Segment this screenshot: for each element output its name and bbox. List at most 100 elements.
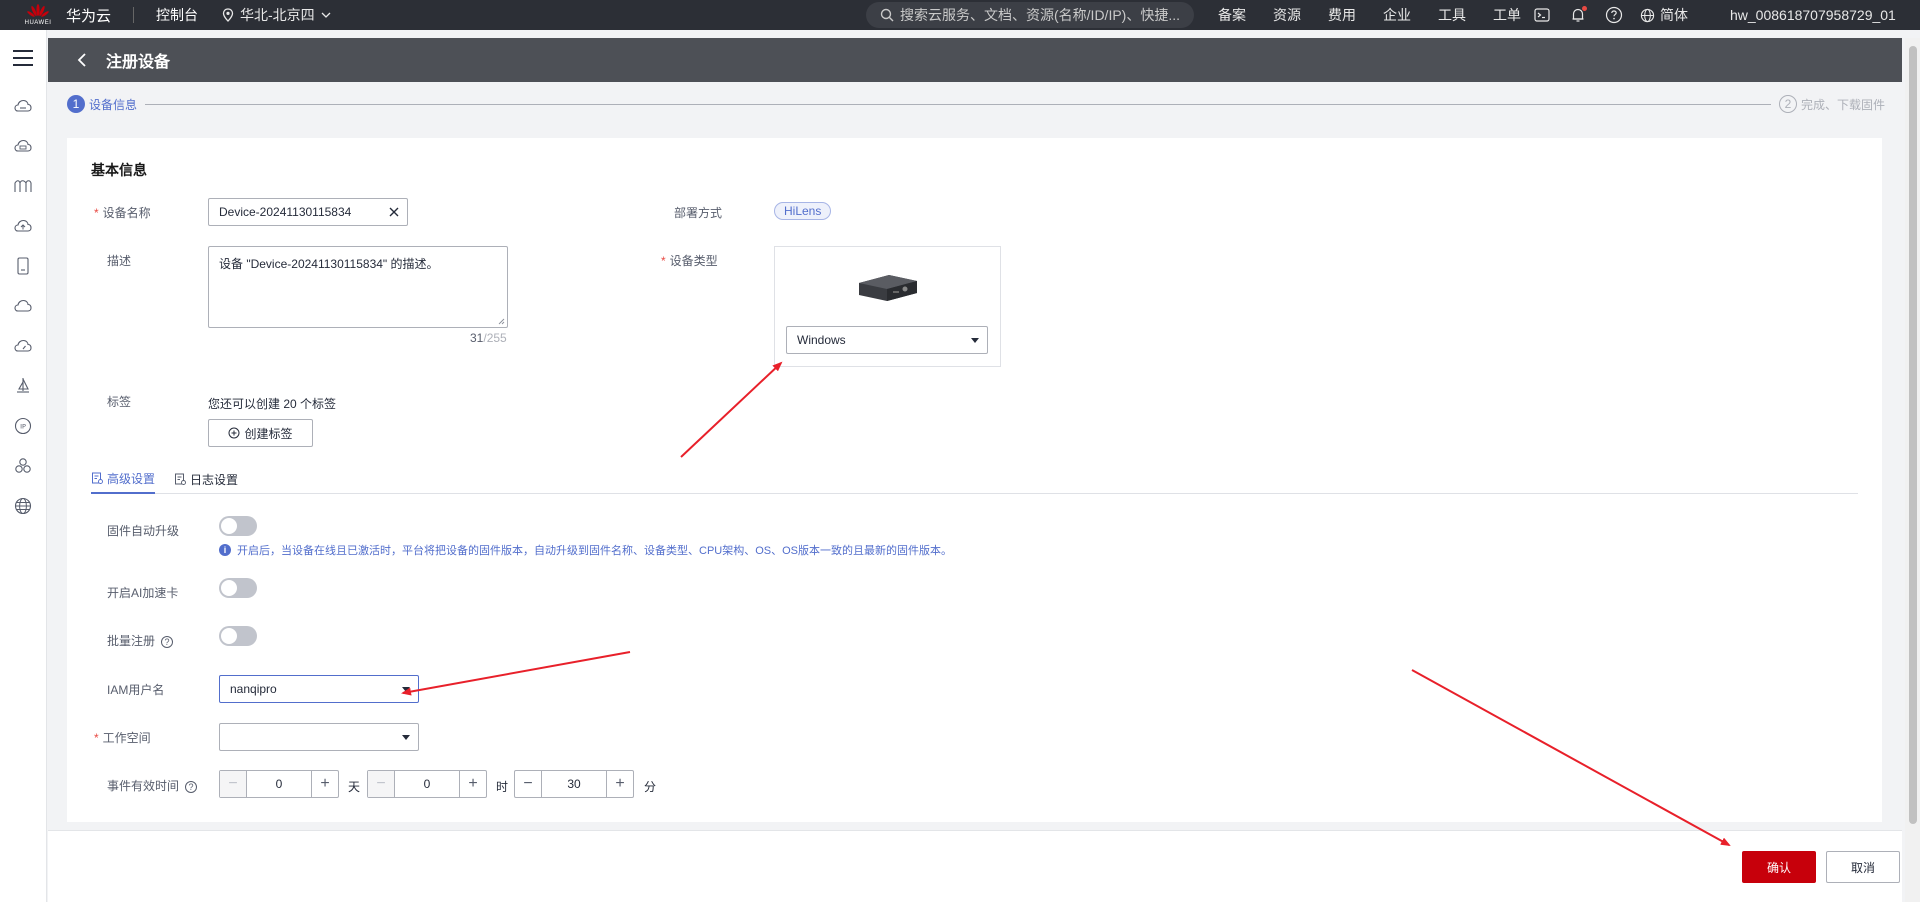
divider <box>133 7 135 23</box>
console-link[interactable]: 控制台 <box>156 5 198 25</box>
minus-icon[interactable]: − <box>515 771 541 797</box>
dropdown-arrow-icon <box>402 687 410 692</box>
top-icon-group <box>1532 0 1624 30</box>
ai-accelerator-switch[interactable] <box>219 578 257 598</box>
iam-username-select[interactable]: nanqipro <box>219 675 419 703</box>
step-number: 1 <box>67 95 85 113</box>
tab-label: 日志设置 <box>190 472 239 487</box>
device-type-value: Windows <box>797 333 846 347</box>
cloud-upload-icon[interactable] <box>13 216 33 236</box>
device-type-card[interactable]: Windows <box>774 246 1001 367</box>
device-name-value: Device-20241130115834 <box>219 205 352 219</box>
days-unit: 天 <box>348 780 361 794</box>
clear-icon[interactable] <box>387 205 401 219</box>
language-selector[interactable]: 简体 <box>1640 0 1688 30</box>
plus-icon[interactable]: + <box>312 771 338 797</box>
resize-handle-icon[interactable] <box>497 317 505 325</box>
cloud-icon[interactable] <box>13 296 33 316</box>
dropdown-arrow-icon <box>971 338 979 343</box>
top-link-billing[interactable]: 费用 <box>1328 5 1356 25</box>
cloud-storage-icon[interactable] <box>13 136 33 156</box>
tab-advanced-settings[interactable]: 高级设置 <box>91 464 155 494</box>
language-label: 简体 <box>1660 7 1688 23</box>
page-scrollbar[interactable] <box>1905 38 1920 902</box>
step-connector <box>145 103 1771 105</box>
cluster-icon[interactable] <box>13 456 33 476</box>
region-selector[interactable]: 华北-北京四 <box>222 5 331 25</box>
batch-register-switch[interactable] <box>219 626 257 646</box>
user-account-menu[interactable]: hw_008618707958729_01 <box>1730 0 1896 30</box>
top-link-tickets[interactable]: 工单 <box>1493 5 1521 25</box>
back-arrow-icon[interactable] <box>74 52 90 68</box>
top-link-tools[interactable]: 工具 <box>1438 5 1466 25</box>
top-link-beian[interactable]: 备案 <box>1218 5 1246 25</box>
ip-address-icon[interactable]: IP <box>13 416 33 436</box>
top-link-resources[interactable]: 资源 <box>1273 5 1301 25</box>
brand-name[interactable]: 华为云 <box>66 5 111 26</box>
cloud-server-icon[interactable] <box>13 96 33 116</box>
help-icon: ? <box>161 635 174 648</box>
location-pin-icon <box>222 8 234 22</box>
device-type-select[interactable]: Windows <box>786 326 988 354</box>
progress-steps: 1 设备信息 2 完成、下载固件 <box>67 94 1885 114</box>
tab-label: 高级设置 <box>107 471 156 486</box>
help-icon: ? <box>185 780 198 793</box>
huawei-logo[interactable]: HUAWEI <box>18 0 58 30</box>
top-link-enterprise[interactable]: 企业 <box>1383 5 1411 25</box>
step-label: 设备信息 <box>89 97 138 112</box>
sail-icon[interactable] <box>13 376 33 396</box>
device-name-input[interactable]: Device-20241130115834 <box>208 198 408 226</box>
tab-log-settings[interactable]: 日志设置 <box>174 464 238 494</box>
workspace-select[interactable] <box>219 723 419 751</box>
menu-icon[interactable] <box>13 50 33 71</box>
globe-icon <box>1640 8 1655 22</box>
confirm-button[interactable]: 确认 <box>1742 851 1816 883</box>
create-tag-label: 创建标签 <box>244 426 293 441</box>
service-sidebar: IP <box>0 30 47 902</box>
create-tag-button[interactable]: 创建标签 <box>208 419 313 447</box>
event-validity-label: 事件有效时间? <box>107 777 198 794</box>
notification-bell-icon[interactable] <box>1568 5 1588 25</box>
ai-accelerator-label: 开启AI加速卡 <box>107 586 179 600</box>
globe-network-icon[interactable] <box>13 496 33 516</box>
minutes-stepper[interactable]: − 30 + <box>514 770 634 798</box>
plus-circle-icon <box>228 427 240 439</box>
section-title: 基本信息 <box>91 162 147 178</box>
terminal-icon[interactable] <box>1532 5 1552 25</box>
plus-icon[interactable]: + <box>607 771 633 797</box>
search-placeholder: 搜索云服务、文档、资源(名称/ID/IP)、快捷... <box>900 7 1180 23</box>
cancel-button[interactable]: 取消 <box>1826 851 1900 883</box>
firmware-info-text: i 开启后，当设备在线且已激活时，平台将把设备的固件版本，自动升级到固件名称、设… <box>219 542 952 558</box>
days-stepper[interactable]: − 0 + <box>219 770 339 798</box>
hours-value[interactable]: 0 <box>394 771 460 797</box>
network-bridge-icon[interactable] <box>13 176 33 196</box>
minus-icon[interactable]: − <box>220 771 246 797</box>
register-form-card: 基本信息 * 设备名称 Device-20241130115834 描述 设备 "… <box>67 138 1882 822</box>
notification-dot <box>1582 6 1587 11</box>
logo-text: HUAWEI <box>24 19 52 26</box>
hours-stepper[interactable]: − 0 + <box>367 770 487 798</box>
help-icon[interactable] <box>1604 5 1624 25</box>
tags-label: 标签 <box>107 395 132 409</box>
settings-doc-icon <box>92 472 103 484</box>
plus-icon[interactable]: + <box>460 771 486 797</box>
description-textarea[interactable]: 设备 "Device-20241130115834" 的描述。 <box>208 246 508 328</box>
tags-hint: 您还可以创建 20 个标签 <box>208 397 337 411</box>
mobile-device-icon[interactable] <box>13 256 33 276</box>
description-counter: 31/255 <box>470 331 507 345</box>
step-label: 完成、下载固件 <box>1800 97 1885 112</box>
hours-unit: 时 <box>496 780 509 794</box>
cloud-speed-icon[interactable] <box>13 336 33 356</box>
firmware-upgrade-switch[interactable] <box>219 516 257 536</box>
workspace-label: * 工作空间 <box>94 731 151 745</box>
form-footer: 确认 取消 <box>48 830 1902 902</box>
minutes-value[interactable]: 30 <box>541 771 607 797</box>
device-name-label: * 设备名称 <box>94 206 151 220</box>
global-search-input[interactable]: 搜索云服务、文档、资源(名称/ID/IP)、快捷... <box>866 2 1194 28</box>
log-doc-icon <box>175 473 186 485</box>
dropdown-arrow-icon <box>402 735 410 740</box>
days-value[interactable]: 0 <box>246 771 312 797</box>
username: hw_008618707958729_01 <box>1730 7 1896 23</box>
minus-icon[interactable]: − <box>368 771 394 797</box>
scrollbar-thumb[interactable] <box>1909 46 1917 824</box>
